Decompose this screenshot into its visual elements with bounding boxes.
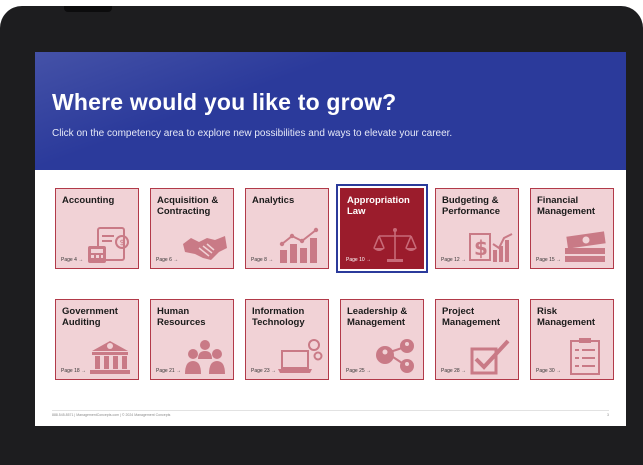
card-page-link: Page 30 → [536, 368, 562, 374]
competency-grid: Accounting $ Page 4 → Acquisition & Cont… [55, 186, 625, 408]
hero-banner: Where would you like to grow? Click on t… [35, 52, 626, 170]
card-information-technology[interactable]: Information Technology Page 23 → [245, 299, 329, 380]
card-financial-management[interactable]: Financial Management Page 15 → [530, 188, 614, 269]
card-leadership-management[interactable]: Leadership & Management Page 25 → [340, 299, 424, 380]
card-analytics[interactable]: Analytics Page 8 → [245, 188, 329, 269]
card-label: Budgeting & Performance [442, 195, 501, 217]
card-label: Leadership & Management [347, 306, 408, 328]
card-acquisition-contracting[interactable]: Acquisition & Contracting Page 6 → [150, 188, 234, 269]
laptop-gears-icon [276, 337, 324, 375]
card-label: Accounting [62, 195, 115, 206]
dollar-chart-icon: $ [466, 226, 514, 264]
card-page-link: Page 6 → [156, 257, 179, 263]
card-project-management[interactable]: Project Management Page 28 → [435, 299, 519, 380]
card-page-link: Page 12 → [441, 257, 467, 263]
handshake-icon [181, 226, 229, 264]
card-page-link: Page 15 → [536, 257, 562, 263]
money-stack-icon [561, 226, 609, 264]
card-government-auditing[interactable]: Government Auditing Page 18 → [55, 299, 139, 380]
card-page-link: Page 18 → [61, 368, 87, 374]
scales-of-justice-icon [371, 226, 419, 264]
screen: Where would you like to grow? Click on t… [35, 52, 626, 426]
card-label: Information Technology [252, 306, 305, 328]
page-subtitle: Click on the competency area to explore … [52, 128, 453, 139]
camera-notch [64, 6, 112, 12]
tablet-frame: Where would you like to grow? Click on t… [0, 6, 643, 465]
card-label: Acquisition & Contracting [157, 195, 219, 217]
card-budgeting-performance[interactable]: Budgeting & Performance $ Page 12 → [435, 188, 519, 269]
card-label: Human Resources [157, 306, 206, 328]
calculator-invoice-icon: $ [86, 226, 134, 264]
footer-page-number: 3 [607, 413, 609, 417]
card-label: Appropriation Law [347, 195, 410, 217]
card-page-link: Page 23 → [251, 368, 277, 374]
card-page-link: Page 10 → [346, 257, 372, 263]
card-label: Analytics [252, 195, 295, 206]
checklist-clipboard-icon [561, 337, 609, 375]
card-page-link: Page 28 → [441, 368, 467, 374]
card-label: Project Management [442, 306, 501, 328]
government-building-icon [86, 337, 134, 375]
card-human-resources[interactable]: Human Resources Page 21 → [150, 299, 234, 380]
card-page-link: Page 21 → [156, 368, 182, 374]
footer-contact: 888.545.8571 | ManagementConcepts.com | … [52, 413, 171, 417]
page-title: Where would you like to grow? [52, 89, 397, 115]
checkmark-box-icon [466, 337, 514, 375]
card-page-link: Page 8 → [251, 257, 274, 263]
card-risk-management[interactable]: Risk Management Page 30 → [530, 299, 614, 380]
card-page-link: Page 25 → [346, 368, 372, 374]
card-label: Financial Management [537, 195, 596, 217]
bar-line-chart-icon [276, 226, 324, 264]
connected-people-icon [371, 337, 419, 375]
card-label: Risk Management [537, 306, 596, 328]
people-group-icon [181, 337, 229, 375]
card-appropriation-law[interactable]: Appropriation Law Page 10 → [338, 186, 426, 271]
svg-text:$: $ [474, 236, 488, 260]
footer: 888.545.8571 | ManagementConcepts.com | … [52, 410, 609, 419]
card-accounting[interactable]: Accounting $ Page 4 → [55, 188, 139, 269]
card-label: Government Auditing [62, 306, 118, 328]
card-page-link: Page 4 → [61, 257, 84, 263]
svg-text:$: $ [120, 238, 125, 247]
